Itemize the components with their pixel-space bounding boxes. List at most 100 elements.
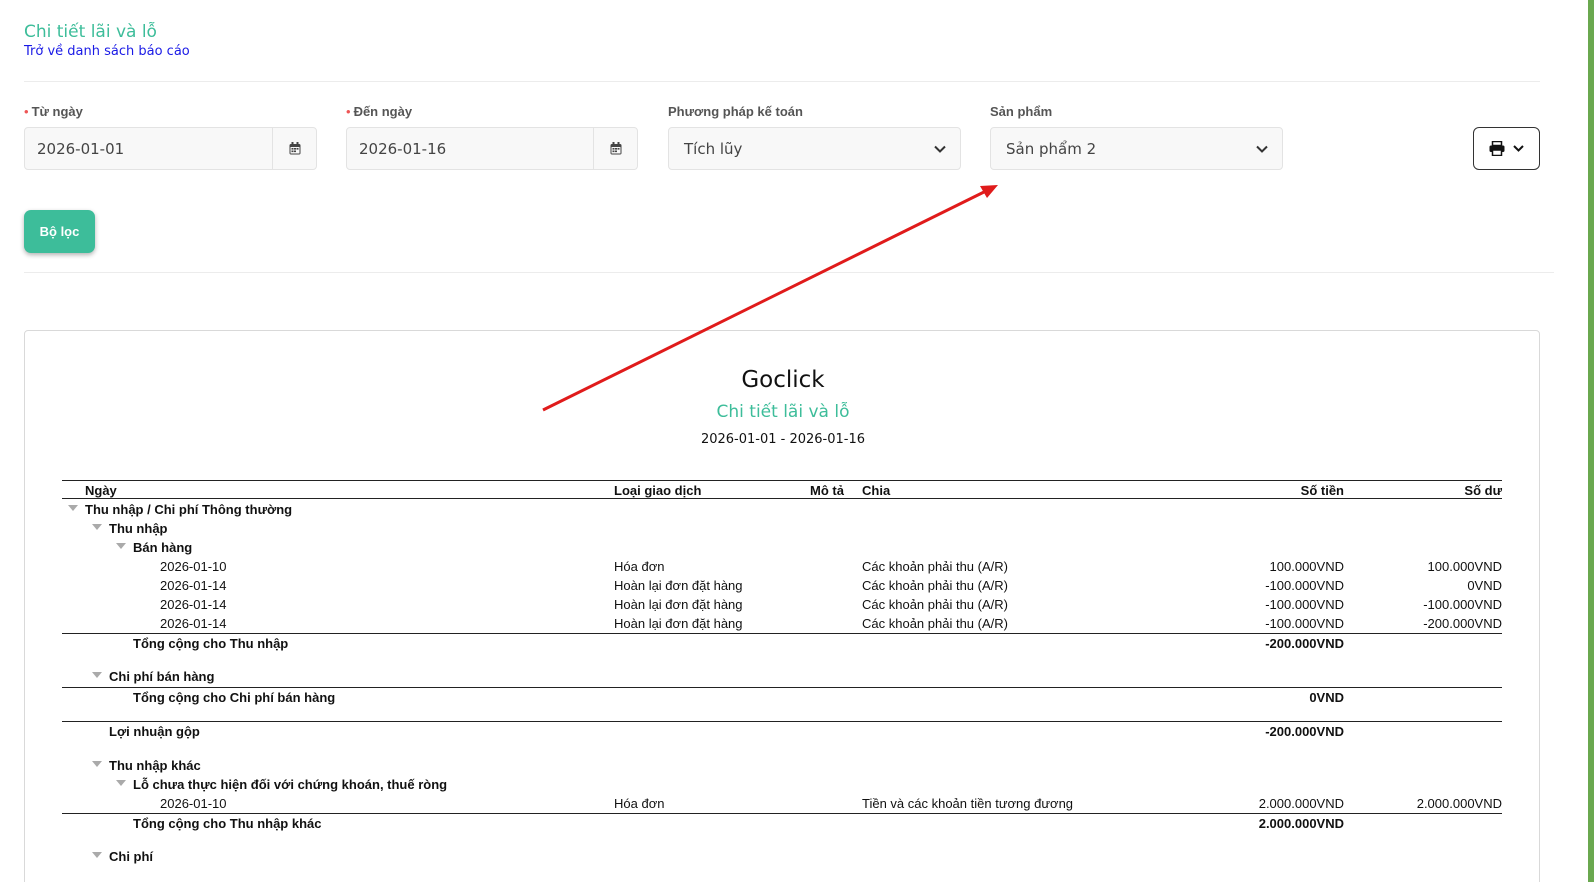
cell-split: Các khoản phải thu (A/R) <box>862 616 1008 631</box>
cell-type[interactable]: Hoàn lại đơn đặt hàng <box>614 616 743 631</box>
col-split: Chia <box>862 483 891 498</box>
table-row: 2026-01-14 Hoàn lại đơn đặt hàng Các kho… <box>62 576 1502 595</box>
table-row: 2026-01-10 Hóa đơn Các khoản phải thu (A… <box>62 557 1502 576</box>
calendar-icon[interactable] <box>593 128 637 169</box>
group-row: Chi phí bán hàng <box>62 667 1502 686</box>
total-label: Tổng cộng cho Thu nhập <box>133 636 289 651</box>
right-edge-bar <box>1588 0 1594 882</box>
group-row: Lỗ chưa thực hiện đối với chứng khoán, t… <box>62 775 1502 794</box>
caret-down-icon[interactable] <box>116 543 126 549</box>
col-balance: Số dư <box>1464 483 1502 498</box>
group-row: Chi phí <box>62 847 1502 866</box>
table-row: 2026-01-14 Hoàn lại đơn đặt hàng Các kho… <box>62 614 1502 633</box>
required-mark: • <box>346 104 351 119</box>
chevron-down-icon <box>1513 145 1524 152</box>
group-label: Chi phí bán hàng <box>109 669 215 684</box>
table-header: Ngày Loại giao dịch Mô tả Chia Số tiền S… <box>62 480 1502 499</box>
caret-down-icon[interactable] <box>92 761 102 767</box>
cell-date: 2026-01-10 <box>160 559 227 574</box>
product-select[interactable]: Sản phẩm 2 <box>990 127 1283 170</box>
cell-balance: 2.000.000VND <box>1416 796 1502 811</box>
total-label: Tổng cộng cho Chi phí bán hàng <box>133 690 336 705</box>
cell-amount: 2.000.000VND <box>1258 796 1344 811</box>
group-label: Thu nhập / Chi phí Thông thường <box>85 502 293 517</box>
group-row: Thu nhập <box>62 519 1502 538</box>
total-amount: -200.000VND <box>1265 724 1344 739</box>
cell-amount: 100.000VND <box>1269 559 1344 574</box>
cell-balance: -100.000VND <box>1423 597 1502 612</box>
total-row: Tổng cộng cho Thu nhập -200.000VND <box>62 633 1502 653</box>
group-label: Bán hàng <box>133 540 193 555</box>
page-title: Chi tiết lãi và lỗ <box>24 22 157 42</box>
group-label: Thu nhập <box>109 521 168 536</box>
cell-type[interactable]: Hoàn lại đơn đặt hàng <box>614 597 743 612</box>
cell-type[interactable]: Hóa đơn <box>614 796 664 811</box>
total-amount: 2.000.000VND <box>1258 816 1344 831</box>
group-label: Thu nhập khác <box>109 758 201 773</box>
divider <box>24 81 1540 82</box>
table-row: 2026-01-10 Hóa đơn Tiền và các khoản tiề… <box>62 794 1502 813</box>
to-date-label: • Đến ngày <box>346 104 412 119</box>
cell-type[interactable]: Hoàn lại đơn đặt hàng <box>614 578 743 593</box>
group-row: Bán hàng <box>62 538 1502 557</box>
report-title: Chi tiết lãi và lỗ <box>716 402 850 422</box>
total-label: Lợi nhuận gộp <box>109 724 200 739</box>
from-date-value: 2026-01-01 <box>37 139 125 158</box>
group-label: Lỗ chưa thực hiện đối với chứng khoán, t… <box>133 777 448 792</box>
cell-split: Tiền và các khoản tiền tương đương <box>862 796 1074 811</box>
cell-amount: -100.000VND <box>1265 616 1344 631</box>
printer-icon <box>1489 141 1505 156</box>
cell-amount: -100.000VND <box>1265 597 1344 612</box>
calendar-icon[interactable] <box>272 128 316 169</box>
divider <box>24 272 1554 273</box>
col-date: Ngày <box>85 483 117 498</box>
to-date-value: 2026-01-16 <box>359 139 447 158</box>
cell-amount: -100.000VND <box>1265 578 1344 593</box>
caret-down-icon[interactable] <box>92 672 102 678</box>
total-amount: 0VND <box>1309 690 1344 705</box>
chevron-down-icon <box>934 145 946 153</box>
cell-date: 2026-01-10 <box>160 796 227 811</box>
caret-down-icon[interactable] <box>116 780 126 786</box>
cell-date: 2026-01-14 <box>160 597 227 612</box>
cell-date: 2026-01-14 <box>160 616 227 631</box>
cell-type[interactable]: Hóa đơn <box>614 559 664 574</box>
accounting-method-select[interactable]: Tích lũy <box>668 127 961 170</box>
cell-balance: 0VND <box>1467 578 1502 593</box>
cell-date: 2026-01-14 <box>160 578 227 593</box>
report-date-range: 2026-01-01 - 2026-01-16 <box>700 432 866 447</box>
table-row: 2026-01-14 Hoàn lại đơn đặt hàng Các kho… <box>62 595 1502 614</box>
from-date-field[interactable]: 2026-01-01 <box>24 127 317 170</box>
cell-balance: 100.000VND <box>1427 559 1502 574</box>
group-row: Thu nhập khác <box>62 756 1502 775</box>
caret-down-icon[interactable] <box>92 852 102 858</box>
filter-button[interactable]: Bộ lọc <box>24 210 95 253</box>
total-row: Tổng cộng cho Chi phí bán hàng 0VND <box>62 687 1502 707</box>
col-desc: Mô tả <box>810 483 844 498</box>
col-amount: Số tiền <box>1300 483 1344 498</box>
from-date-label: • Từ ngày <box>24 104 83 119</box>
total-label: Tổng cộng cho Thu nhập khác <box>133 816 322 831</box>
to-date-label-text: Đến ngày <box>353 104 413 119</box>
cell-split: Các khoản phải thu (A/R) <box>862 559 1008 574</box>
print-button[interactable] <box>1473 127 1540 170</box>
accounting-method-value: Tích lũy <box>684 139 743 158</box>
product-value: Sản phẩm 2 <box>1006 139 1097 158</box>
back-to-reports-link[interactable]: Trở về danh sách báo cáo <box>24 44 190 59</box>
total-row: Tổng cộng cho Thu nhập khác 2.000.000VND <box>62 813 1502 833</box>
from-date-label-text: Từ ngày <box>31 104 83 119</box>
product-label: Sản phẩm <box>990 104 1053 119</box>
required-mark: • <box>24 104 29 119</box>
total-amount: -200.000VND <box>1265 636 1344 651</box>
col-type: Loại giao dịch <box>614 483 702 498</box>
cell-split: Các khoản phải thu (A/R) <box>862 597 1008 612</box>
cell-balance: -200.000VND <box>1423 616 1502 631</box>
caret-down-icon[interactable] <box>68 505 78 511</box>
chevron-down-icon <box>1256 145 1268 153</box>
company-name: Goclick <box>741 367 825 393</box>
group-label: Chi phí <box>109 849 154 864</box>
group-row: Thu nhập / Chi phí Thông thường <box>62 500 1502 519</box>
accounting-method-label: Phương pháp kế toán <box>668 104 803 119</box>
to-date-field[interactable]: 2026-01-16 <box>346 127 638 170</box>
caret-down-icon[interactable] <box>92 524 102 530</box>
